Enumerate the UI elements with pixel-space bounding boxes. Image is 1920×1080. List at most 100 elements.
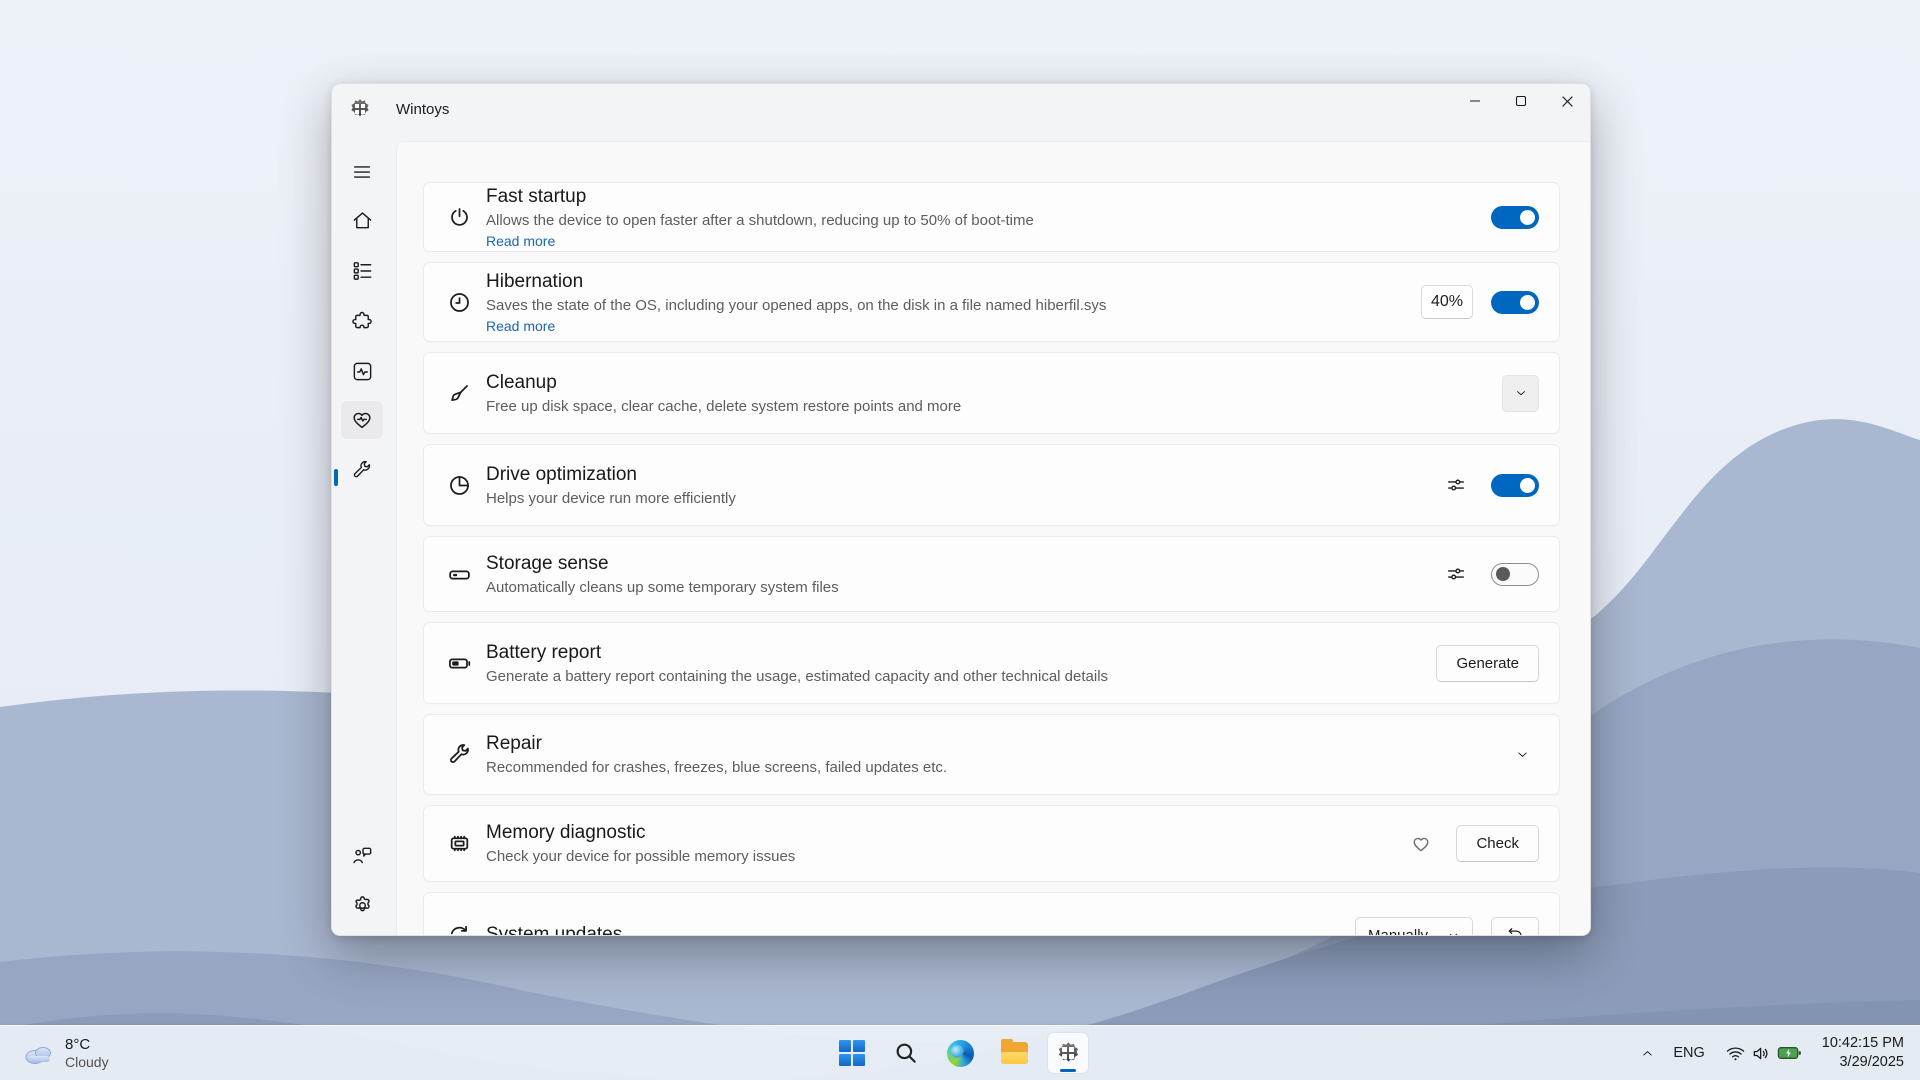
close-button[interactable]	[1544, 84, 1590, 118]
read-more-link[interactable]: Read more	[486, 317, 555, 336]
menu-button[interactable]	[341, 153, 383, 191]
sidebar-item-settings[interactable]	[341, 886, 383, 924]
weather-widget[interactable]: 8°C Cloudy	[14, 1032, 117, 1074]
fast-startup-toggle[interactable]	[1491, 206, 1539, 229]
language-indicator[interactable]: ENG	[1667, 1033, 1710, 1073]
system-tray: ENG 10:42:15 PM 3/29/2025	[1634, 1026, 1910, 1080]
hamburger-icon	[351, 161, 373, 183]
taskbar: 8°C Cloudy	[0, 1025, 1920, 1080]
row-description: Automatically cleans up some temporary s…	[486, 577, 839, 598]
search-icon	[893, 1040, 919, 1066]
heart-icon	[1410, 832, 1432, 856]
weather-temperature: 8°C	[65, 1036, 109, 1054]
health-heart-icon	[350, 408, 374, 432]
sidebar-item-apps[interactable]	[341, 251, 383, 289]
sidebar-item-tweaks[interactable]	[341, 451, 383, 489]
taskbar-app-icons	[832, 1033, 1088, 1073]
wintoys-window: Wintoys	[331, 83, 1591, 936]
repair-wrench-icon	[446, 742, 472, 767]
row-title: Storage sense	[486, 551, 839, 577]
sidebar-item-health[interactable]	[341, 401, 383, 439]
sync-icon	[446, 923, 472, 936]
edge-icon	[947, 1040, 974, 1067]
maximize-button[interactable]	[1498, 84, 1544, 118]
row-title: Memory diagnostic	[486, 820, 795, 846]
drive-optimization-toggle[interactable]	[1491, 474, 1539, 497]
start-button[interactable]	[832, 1033, 872, 1073]
row-title: Fast startup	[486, 184, 1034, 210]
row-description: Free up disk space, clear cache, delete …	[486, 396, 961, 417]
sliders-icon	[1445, 563, 1467, 585]
minimize-icon	[1469, 95, 1481, 107]
sidebar	[332, 141, 396, 935]
battery-icon	[446, 651, 472, 676]
generate-button[interactable]: Generate	[1436, 645, 1539, 682]
power-icon	[446, 205, 472, 230]
clock-icon	[446, 290, 472, 315]
drive-optimization-options-button[interactable]	[1439, 468, 1473, 502]
row-title: Hibernation	[486, 269, 1106, 295]
home-icon	[351, 209, 374, 232]
sidebar-item-home[interactable]	[341, 201, 383, 239]
sliders-icon	[1445, 474, 1467, 496]
sidebar-item-feedback[interactable]	[341, 836, 383, 874]
row-description: Generate a battery report containing the…	[486, 666, 1108, 687]
hibernation-toggle[interactable]	[1491, 291, 1539, 314]
chevron-down-icon	[1514, 386, 1528, 400]
tray-overflow-button[interactable]	[1634, 1033, 1661, 1073]
favorite-heart-button[interactable]	[1404, 827, 1438, 861]
wifi-icon	[1725, 1043, 1746, 1064]
setting-row-storage-sense: Storage sense Automatically cleans up so…	[423, 536, 1560, 612]
storage-sense-options-button[interactable]	[1439, 557, 1473, 591]
close-icon	[1561, 95, 1574, 108]
setting-row-fast-startup: Fast startup Allows the device to open f…	[423, 182, 1560, 252]
setting-row-hibernation: Hibernation Saves the state of the OS, i…	[423, 262, 1560, 342]
desktop: { "window": { "title": "Wintoys" }, "sid…	[0, 0, 1920, 1080]
apps-list-icon	[351, 259, 374, 282]
folder-icon	[1001, 1042, 1028, 1064]
wintoys-taskbar-button[interactable]	[1048, 1033, 1088, 1073]
search-button[interactable]	[886, 1033, 926, 1073]
health-settings-panel: Fast startup Allows the device to open f…	[396, 141, 1590, 935]
repair-expand-button[interactable]	[1505, 738, 1539, 772]
check-button[interactable]: Check	[1456, 825, 1539, 862]
pie-chart-icon	[446, 473, 472, 498]
system-updates-reset-button[interactable]	[1491, 917, 1539, 936]
active-app-indicator	[1060, 1069, 1076, 1072]
storage-sense-toggle[interactable]	[1491, 563, 1539, 586]
wrench-icon	[351, 459, 373, 481]
undo-icon	[1505, 925, 1525, 935]
row-title: Repair	[486, 731, 947, 757]
gear-icon	[351, 894, 374, 917]
edge-browser-button[interactable]	[940, 1033, 980, 1073]
setting-row-memory-diagnostic: Memory diagnostic Check your device for …	[423, 805, 1560, 882]
broom-icon	[446, 381, 472, 406]
puzzle-icon	[351, 310, 374, 333]
storage-drive-icon	[446, 562, 472, 587]
cloudy-icon	[22, 1040, 56, 1066]
activity-icon	[351, 360, 374, 383]
cleanup-expand-button[interactable]	[1502, 375, 1539, 412]
setting-row-battery-report: Battery report Generate a battery report…	[423, 622, 1560, 704]
quick-settings[interactable]	[1717, 1033, 1810, 1073]
hibernation-size-value[interactable]: 40%	[1421, 285, 1473, 319]
toggle-knob	[1496, 567, 1510, 581]
read-more-link[interactable]: Read more	[486, 232, 555, 251]
row-title: Battery report	[486, 640, 1108, 666]
chevron-down-icon	[1515, 747, 1530, 762]
row-description: Saves the state of the OS, including you…	[486, 295, 1106, 316]
clock[interactable]: 10:42:15 PM 3/29/2025	[1816, 1034, 1910, 1072]
row-description: Check your device for possible memory is…	[486, 846, 795, 867]
sidebar-item-performance[interactable]	[341, 352, 383, 390]
toggle-knob	[1520, 478, 1535, 493]
row-description: Recommended for crashes, freezes, blue s…	[486, 757, 947, 778]
maximize-icon	[1515, 95, 1527, 107]
system-updates-mode-dropdown[interactable]: Manually	[1355, 917, 1473, 936]
sidebar-item-services[interactable]	[341, 302, 383, 340]
chevron-down-icon	[1447, 929, 1460, 936]
tray-time: 10:42:15 PM	[1822, 1034, 1904, 1053]
file-explorer-button[interactable]	[994, 1033, 1034, 1073]
minimize-button[interactable]	[1452, 84, 1498, 118]
setting-row-drive-optimization: Drive optimization Helps your device run…	[423, 444, 1560, 526]
volume-icon	[1751, 1043, 1772, 1064]
